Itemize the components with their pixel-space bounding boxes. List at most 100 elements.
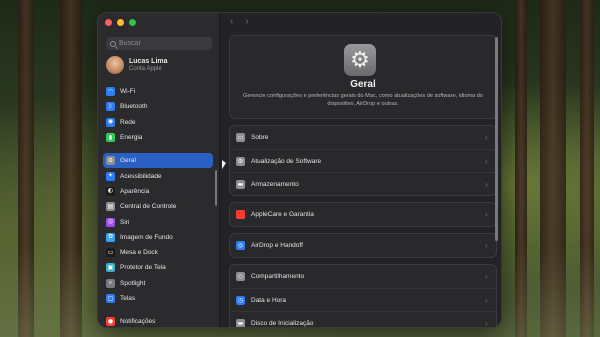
avatar	[106, 56, 124, 74]
settings-group: ◇ Compartilhamento › ◷ Data e Hora › ▬ Disco de…	[229, 264, 497, 328]
user-subtitle: Conta Apple	[129, 66, 162, 72]
startup-disk-icon: ▬	[236, 318, 245, 327]
sidebar-scrollbar[interactable]	[215, 170, 217, 206]
sidebar-item-mesa-e-dock[interactable]: ▭ Mesa e Dock	[103, 245, 213, 260]
settings-row[interactable]: AppleCare e Garantia ›	[230, 203, 496, 226]
chevron-right-icon: ›	[484, 295, 488, 305]
settings-row-label: Compartilhamento	[251, 273, 305, 280]
sidebar-item-label: Rede	[120, 118, 136, 126]
sidebar: Lucas Lima Conta Apple ◠ Wi-Fi ᛒ Bluetooth ◉…	[98, 13, 220, 327]
sidebar-item-geral[interactable]: ⚙ Geral	[103, 153, 213, 169]
zoom-button[interactable]	[129, 19, 136, 26]
sidebar-item-label: Acessibilidade	[120, 172, 162, 180]
settings-row[interactable]: ▬ Armazenamento ›	[230, 172, 496, 195]
settings-group: ◎ AirDrop e Handoff ›	[229, 233, 497, 258]
date-time-icon: ◷	[236, 295, 245, 305]
chevron-right-icon: ›	[484, 210, 488, 219]
chevron-right-icon: ›	[484, 156, 488, 166]
sidebar-item-label: Protetor de Tela	[120, 264, 166, 272]
sidebar-item-label: Aparência	[120, 187, 150, 195]
chevron-right-icon: ›	[484, 272, 488, 281]
airdrop-icon: ◎	[236, 241, 245, 250]
sidebar-item-siri[interactable]: ◎ Siri	[103, 214, 213, 229]
main-scrollbar[interactable]	[495, 37, 498, 241]
sidebar-item-acessibilidade[interactable]: ✦ Acessibilidade	[103, 168, 213, 183]
settings-row[interactable]: ▬ Disco de Inicialização ›	[230, 311, 496, 328]
main-pane: ‹ › ⚙ Geral Gerencie configurações e pre…	[220, 13, 501, 327]
chevron-right-icon: ›	[484, 133, 488, 142]
sidebar-item-rede[interactable]: ◉ Rede	[103, 115, 213, 130]
siri-icon: ◎	[106, 217, 115, 227]
minimize-button[interactable]	[117, 19, 124, 26]
settings-row[interactable]: ◷ Data e Hora ›	[230, 288, 496, 311]
software-update-icon: ⚙	[236, 156, 245, 166]
window-controls	[105, 19, 136, 26]
settings-row-label: AirDrop e Handoff	[251, 242, 303, 249]
settings-row-label: Data e Hora	[251, 296, 287, 304]
settings-group: AppleCare e Garantia ›	[229, 202, 497, 227]
applecare-icon	[236, 210, 245, 219]
forward-button[interactable]: ›	[245, 16, 248, 27]
mouse-cursor	[222, 160, 226, 169]
control-center-icon: ▤	[106, 202, 115, 212]
settings-window: Lucas Lima Conta Apple ◠ Wi-Fi ᛒ Bluetooth ◉…	[97, 12, 502, 328]
sidebar-item-bluetooth[interactable]: ᛒ Bluetooth	[103, 99, 213, 114]
settings-row[interactable]: ◇ Compartilhamento ›	[230, 265, 496, 288]
user-name: Lucas Lima	[129, 58, 168, 65]
sidebar-item-label: Wi-Fi	[120, 88, 136, 96]
search-input[interactable]	[119, 40, 209, 47]
settings-row[interactable]: ⚙ Atualização de Software ›	[230, 149, 496, 172]
sidebar-item-label: Imagem de Fundo	[120, 233, 173, 241]
settings-group: ▭ Sobre › ⚙ Atualização de Software › ▬ Armazen…	[229, 125, 497, 196]
accessibility-icon: ✦	[106, 171, 115, 181]
sidebar-item-label: Telas	[120, 295, 136, 302]
sidebar-item-label: Notificações	[120, 318, 156, 326]
close-button[interactable]	[105, 19, 112, 26]
settings-row-label: Armazenamento	[251, 180, 299, 188]
screensaver-icon: ▣	[106, 263, 115, 273]
content-area: ⚙ Geral Gerencie configurações e preferê…	[229, 35, 497, 327]
search-field[interactable]	[106, 37, 212, 50]
settings-row[interactable]: ◎ AirDrop e Handoff ›	[230, 234, 496, 257]
gear-icon: ⚙	[344, 44, 376, 76]
settings-row[interactable]: ▭ Sobre ›	[230, 126, 496, 149]
displays-icon: ▢	[106, 294, 115, 303]
chevron-right-icon: ›	[484, 179, 488, 189]
network-icon: ◉	[106, 117, 115, 127]
settings-row-label: Disco de Inicialização	[251, 319, 314, 327]
sidebar-item-telas[interactable]: ▢ Telas	[103, 291, 213, 306]
chevron-right-icon: ›	[484, 318, 488, 328]
sidebar-item-label: Spotlight	[120, 279, 146, 287]
sidebar-item-energia[interactable]: ▮ Energia	[103, 130, 213, 145]
wifi-icon: ◠	[106, 87, 115, 97]
sidebar-item-protetor-de-tela[interactable]: ▣ Protetor de Tela	[103, 260, 213, 275]
sidebar-item-notificações[interactable]: ● Notificações	[103, 314, 213, 327]
sidebar-item-label: Mesa e Dock	[120, 249, 158, 257]
settings-row-label: Sobre	[251, 134, 269, 141]
sidebar-nav: ◠ Wi-Fi ᛒ Bluetooth ◉ Rede ▮ Energia ⚙ Geral ✦ Aces…	[103, 84, 213, 327]
battery-icon: ▮	[106, 133, 115, 143]
search-icon	[110, 40, 116, 47]
sidebar-item-label: Energia	[120, 134, 143, 142]
chevron-right-icon: ›	[484, 241, 488, 250]
about-icon: ▭	[236, 133, 245, 142]
sidebar-item-label: Geral	[120, 157, 136, 165]
sidebar-item-central-de-controle[interactable]: ▤ Central de Controle	[103, 199, 213, 214]
sidebar-item-spotlight[interactable]: ⌕ Spotlight	[103, 276, 213, 291]
settings-row-label: Atualização de Software	[251, 157, 322, 165]
sidebar-item-label: Bluetooth	[120, 103, 148, 111]
storage-icon: ▬	[236, 179, 245, 189]
sidebar-item-apar-ncia[interactable]: ◐ Aparência	[103, 184, 213, 199]
page-description: Gerencie configurações e preferências ge…	[242, 93, 484, 108]
sharing-icon: ◇	[236, 272, 245, 281]
sidebar-item-wi-fi[interactable]: ◠ Wi-Fi	[103, 84, 213, 99]
sidebar-item-imagem-de-fundo[interactable]: ✿ Imagem de Fundo	[103, 230, 213, 245]
hero-card: ⚙ Geral Gerencie configurações e preferê…	[229, 35, 497, 119]
back-button[interactable]: ‹	[230, 16, 233, 27]
sidebar-item-label: Siri	[120, 218, 130, 226]
user-account[interactable]: Lucas Lima Conta Apple	[106, 56, 168, 74]
bluetooth-icon: ᛒ	[106, 102, 115, 112]
notifications-icon: ●	[106, 317, 115, 327]
appearance-icon: ◐	[106, 186, 115, 196]
wallpaper-icon: ✿	[106, 232, 115, 242]
